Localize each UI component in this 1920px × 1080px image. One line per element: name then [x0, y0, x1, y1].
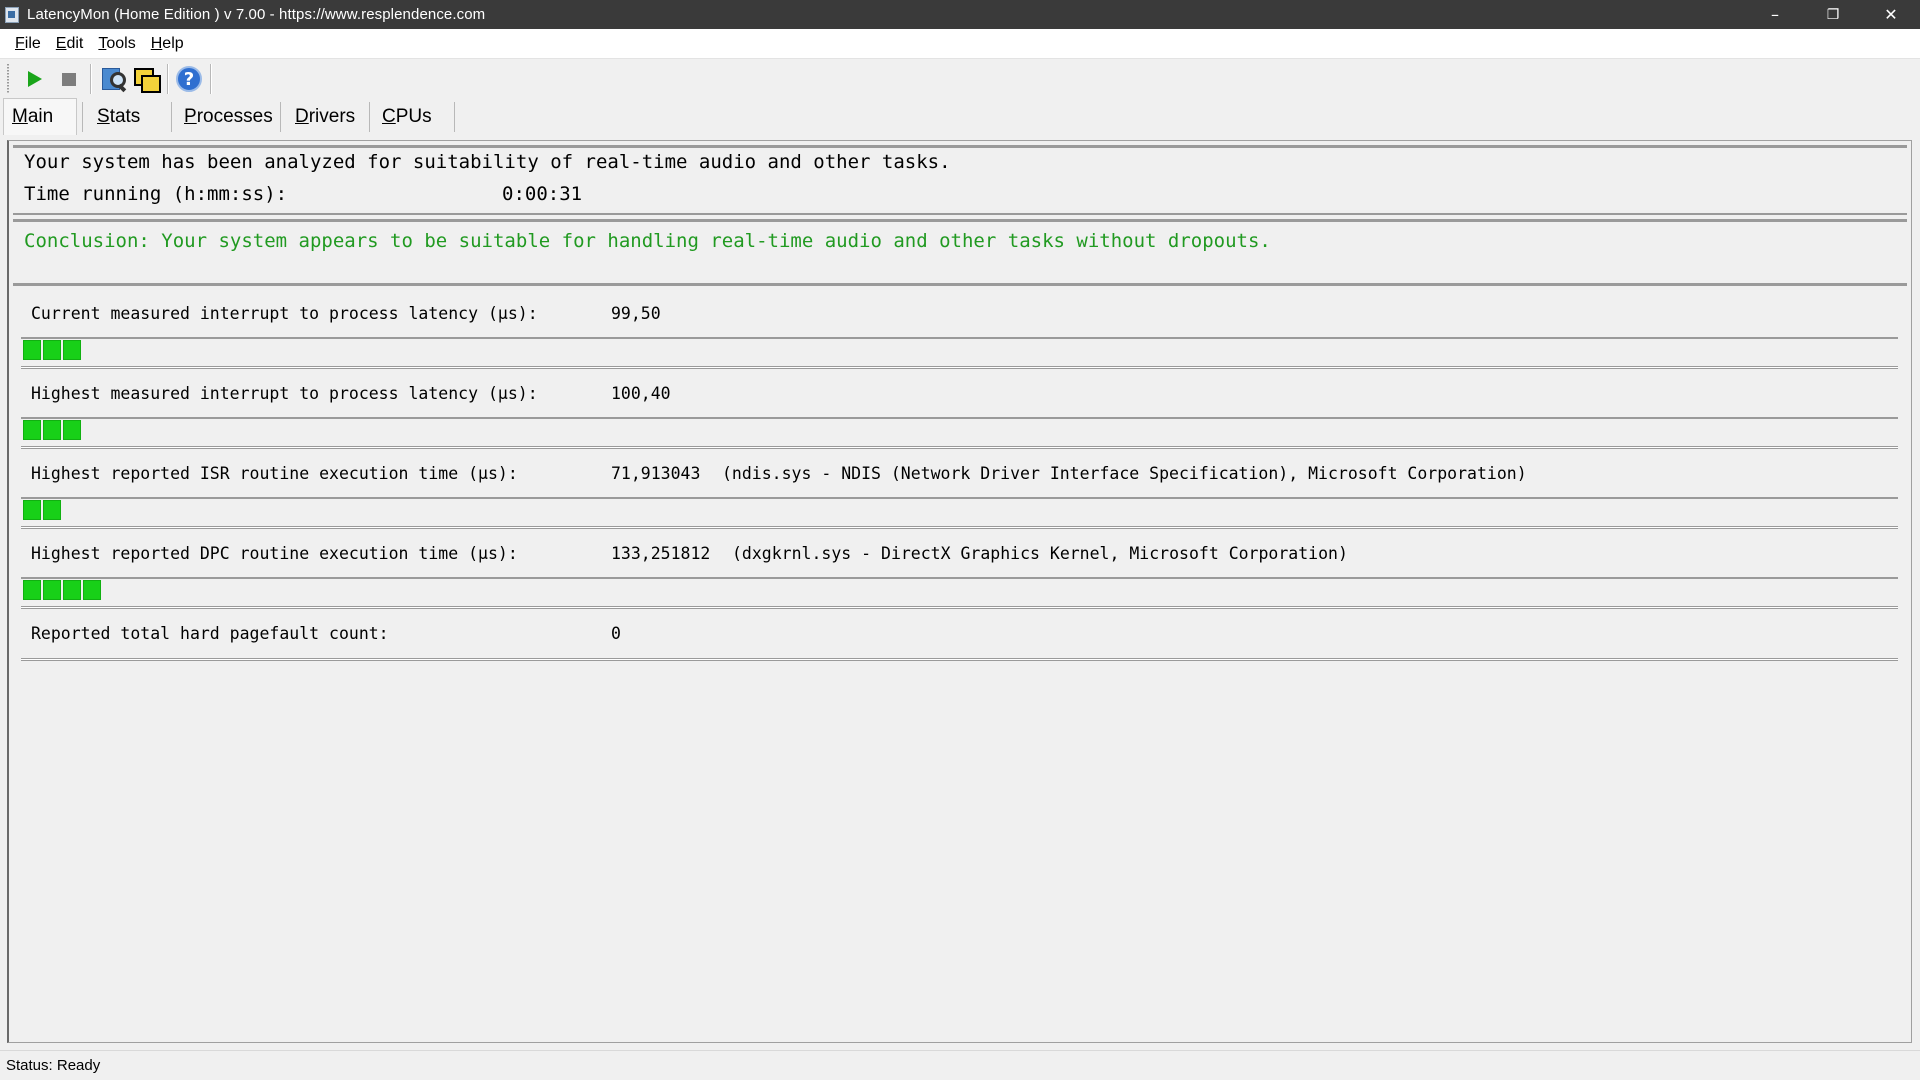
stop-monitoring-button[interactable]	[52, 63, 86, 95]
metric-value: 99,50	[611, 304, 661, 323]
tab-drivers[interactable]: Drivers	[295, 98, 355, 135]
close-button[interactable]: ✕	[1862, 0, 1920, 29]
metric-label: Highest reported DPC routine execution t…	[31, 544, 518, 563]
latency-bar	[23, 420, 83, 440]
tab-separator	[82, 102, 83, 132]
tab-processes[interactable]: Processes	[184, 98, 273, 135]
latency-bar-segment	[43, 340, 61, 360]
stop-icon	[62, 72, 76, 86]
metric-detail: (dxgkrnl.sys - DirectX Graphics Kernel, …	[732, 544, 1348, 563]
latency-bar-segment	[43, 500, 61, 520]
toolbar-separator	[210, 64, 211, 94]
restore-button[interactable]: ❐	[1804, 0, 1862, 29]
metric-value: 100,40	[611, 384, 671, 403]
latency-bar	[23, 580, 103, 600]
status-bar: Status: Ready	[0, 1050, 1920, 1080]
toolbar-separator	[90, 64, 91, 94]
time-running-value: 0:00:31	[502, 183, 583, 205]
latency-bar-segment	[83, 580, 101, 600]
tab-separator	[454, 102, 455, 132]
divider	[21, 658, 1898, 661]
time-running-label: Time running (h:mm:ss):	[24, 183, 288, 205]
menu-bar: File Edit Tools Help	[0, 29, 1920, 59]
tab-main[interactable]: Main	[3, 98, 77, 135]
metric-label: Highest measured interrupt to process la…	[31, 384, 538, 403]
divider	[21, 526, 1898, 529]
minimize-button[interactable]: –	[1746, 0, 1804, 29]
tab-stats[interactable]: Stats	[97, 98, 140, 135]
latency-bar-segment	[43, 420, 61, 440]
divider	[21, 606, 1898, 609]
play-icon	[28, 71, 42, 87]
metric-value: 0	[611, 624, 621, 643]
window-controls: – ❐ ✕	[1746, 0, 1920, 29]
conclusion-box: Conclusion: Your system appears to be su…	[13, 219, 1907, 286]
metric-label: Reported total hard pagefault count:	[31, 624, 389, 643]
report-button[interactable]	[95, 63, 129, 95]
help-icon: ?	[176, 66, 202, 92]
toolbar-separator	[167, 64, 168, 94]
latency-bar-segment	[63, 340, 81, 360]
summary-box: Your system has been analyzed for suitab…	[13, 145, 1907, 215]
divider	[21, 366, 1898, 369]
divider	[21, 417, 1898, 419]
status-text: Status: Ready	[6, 1057, 101, 1074]
latency-bar-segment	[63, 420, 81, 440]
metric-detail: (ndis.sys - NDIS (Network Driver Interfa…	[722, 464, 1527, 483]
menu-edit[interactable]: Edit	[50, 35, 90, 53]
search-icon	[98, 66, 127, 93]
metric-value: 71,913043	[611, 464, 701, 483]
divider	[21, 446, 1898, 449]
divider	[21, 497, 1898, 499]
app-icon	[5, 6, 19, 23]
windows-button[interactable]	[129, 63, 163, 95]
divider	[21, 337, 1898, 339]
tab-cpus[interactable]: C PUs	[382, 98, 432, 135]
menu-file[interactable]: File	[9, 35, 47, 53]
latency-bar	[23, 340, 83, 360]
latency-bar-segment	[43, 580, 61, 600]
toolbar-grip[interactable]	[7, 64, 9, 94]
conclusion-text: Conclusion: Your system appears to be su…	[24, 230, 1271, 252]
window-title: LatencyMon (Home Edition ) v 7.00 - http…	[27, 6, 486, 23]
tab-separator	[171, 102, 172, 132]
latency-bar-segment	[23, 580, 41, 600]
divider	[21, 577, 1898, 579]
latency-bar-segment	[23, 340, 41, 360]
menu-help[interactable]: Help	[145, 35, 190, 53]
analysis-message: Your system has been analyzed for suitab…	[24, 151, 951, 173]
windows-icon	[132, 66, 161, 93]
main-panel: Your system has been analyzed for suitab…	[7, 140, 1912, 1043]
tab-strip: Main Stats Processes Drivers C PUs	[0, 98, 1920, 135]
metric-value: 133,251812	[611, 544, 711, 563]
start-monitoring-button[interactable]	[18, 63, 52, 95]
title-bar: LatencyMon (Home Edition ) v 7.00 - http…	[0, 0, 1920, 29]
help-button[interactable]: ?	[172, 63, 206, 95]
latency-bar-segment	[23, 420, 41, 440]
metric-label: Highest reported ISR routine execution t…	[31, 464, 518, 483]
latency-bar	[23, 500, 63, 520]
latency-bar-segment	[23, 500, 41, 520]
menu-tools[interactable]: Tools	[92, 35, 141, 53]
metric-label: Current measured interrupt to process la…	[31, 304, 538, 323]
toolbar: ?	[0, 60, 1920, 98]
tab-separator	[280, 102, 281, 132]
latency-bar-segment	[63, 580, 81, 600]
tab-separator	[369, 102, 370, 132]
